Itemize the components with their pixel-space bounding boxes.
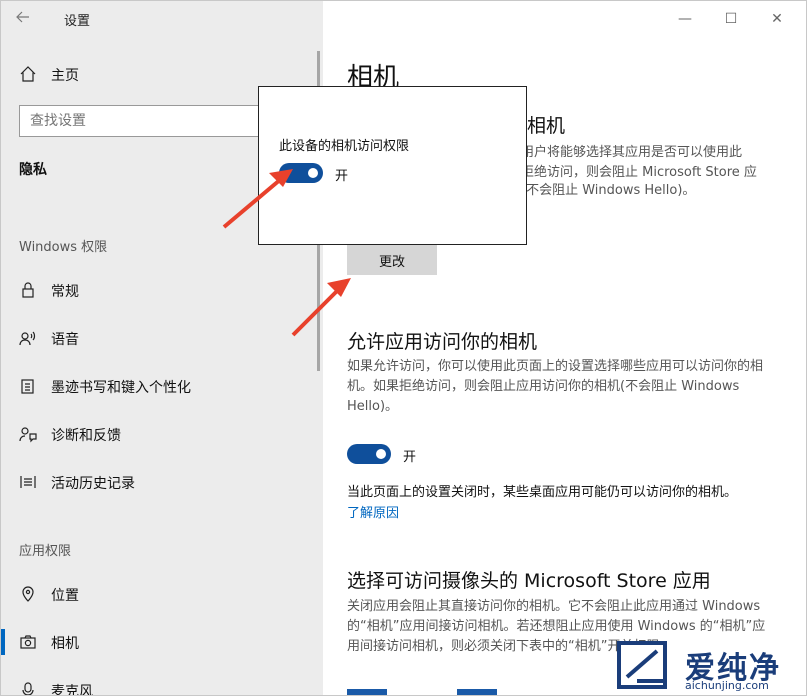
device-desc-line-2: 拒绝访问，则会阻止 Microsoft Store 应	[521, 165, 757, 180]
group-label-windows: Windows 权限	[19, 240, 108, 255]
device-desc-line-1: 用户将能够选择其应用是否可以使用此	[521, 145, 743, 160]
search-field[interactable]	[19, 105, 299, 137]
watermark: 爱纯净 aichunjing.com	[613, 637, 806, 695]
sidebar-item-label: 相机	[51, 636, 79, 652]
sidebar-item-inking[interactable]: 墨迹书写和键入个性化	[1, 369, 323, 405]
speech-icon	[19, 329, 39, 349]
apps-access-heading: 允许应用访问你的相机	[347, 331, 538, 353]
camera-icon	[19, 633, 39, 653]
location-icon	[19, 585, 39, 605]
maximize-icon[interactable]: ☐	[721, 9, 741, 29]
home-icon	[19, 65, 39, 85]
device-access-popup: 此设备的相机访问权限 开	[258, 86, 527, 245]
close-icon[interactable]: ✕	[767, 9, 787, 29]
lock-icon	[19, 281, 39, 301]
sidebar-item-label: 麦克风	[51, 684, 93, 696]
minimize-icon[interactable]: —	[675, 9, 695, 29]
section-heading: 隐私	[19, 162, 47, 178]
sidebar-item-microphone[interactable]: 麦克风	[1, 673, 323, 696]
sidebar-item-label: 主页	[51, 68, 79, 84]
toggle-knob	[376, 449, 386, 459]
popup-title: 此设备的相机访问权限	[279, 139, 410, 154]
sidebar-item-label: 诊断和反馈	[51, 428, 121, 444]
history-icon	[19, 473, 39, 493]
apps-access-desc: 如果允许访问，你可以使用此页面上的设置选择哪些应用可以访问你的相机。如果拒绝访问…	[347, 359, 764, 414]
sidebar-item-label: 活动历史记录	[51, 476, 135, 492]
watermark-url: aichunjing.com	[685, 679, 769, 692]
watermark-logo-icon	[617, 641, 667, 689]
device-heading-tail: 相机	[527, 115, 566, 137]
person-feedback-icon	[19, 425, 39, 445]
store-apps-heading: 选择可访问摄像头的 Microsoft Store 应用	[347, 570, 711, 592]
toggle-knob	[308, 168, 318, 178]
apps-toggle-label: 开	[403, 450, 417, 465]
device-camera-toggle[interactable]	[279, 163, 323, 183]
learn-more-link[interactable]: 了解原因	[347, 502, 399, 521]
sidebar-item-speech[interactable]: 语音	[1, 321, 323, 357]
popup-toggle-label: 开	[335, 169, 349, 184]
app-list-icon	[457, 689, 497, 695]
clipboard-icon	[19, 377, 39, 397]
settings-window: 设置 主页 隐私 Windows 权限 常规 语音	[0, 0, 807, 696]
group-label-apps: 应用权限	[19, 544, 72, 559]
app-title: 设置	[64, 14, 91, 29]
sidebar-item-label: 位置	[51, 588, 79, 604]
sidebar-item-label: 常规	[51, 284, 79, 300]
microphone-icon	[19, 681, 39, 695]
device-desc-line-3: (不会阻止 Windows Hello)。	[521, 183, 696, 198]
sidebar-item-activity[interactable]: 活动历史记录	[1, 465, 323, 501]
sidebar-item-label: 语音	[51, 332, 79, 348]
sidebar-item-general[interactable]: 常规	[1, 273, 323, 309]
search-input[interactable]	[20, 106, 298, 136]
sidebar-item-location[interactable]: 位置	[1, 577, 323, 613]
sidebar-item-label: 墨迹书写和键入个性化	[51, 380, 191, 396]
app-list-icon	[347, 689, 387, 695]
back-arrow-icon[interactable]	[15, 9, 39, 29]
sidebar-item-diagnostics[interactable]: 诊断和反馈	[1, 417, 323, 453]
desktop-apps-note: 当此页面上的设置关闭时，某些桌面应用可能仍可以访问你的相机。	[347, 485, 738, 500]
apps-camera-toggle[interactable]	[347, 444, 391, 464]
change-button[interactable]: 更改	[347, 245, 437, 275]
sidebar-item-camera[interactable]: 相机	[1, 625, 323, 661]
